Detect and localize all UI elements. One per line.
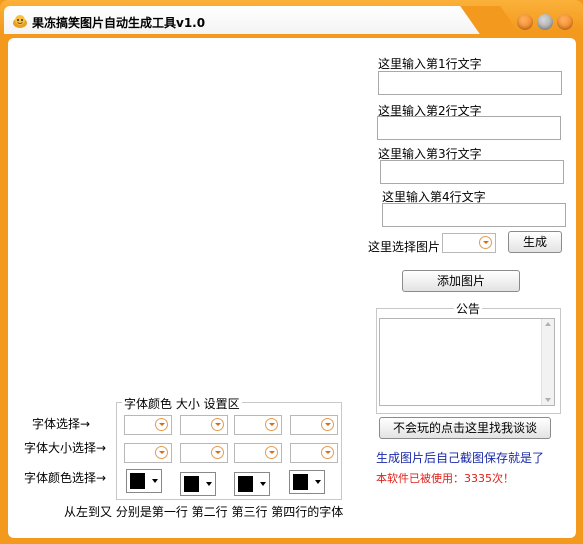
maximize-button[interactable] (537, 14, 553, 30)
line2-color-picker[interactable] (180, 472, 216, 496)
chevron-down-icon (321, 446, 334, 459)
line1-input[interactable] (378, 71, 562, 95)
add-image-button[interactable]: 添加图片 (402, 270, 520, 292)
line1-color-picker[interactable] (126, 469, 162, 493)
line4-input[interactable] (382, 203, 566, 227)
chevron-down-icon (265, 418, 278, 431)
title-bar[interactable]: 果冻搞笑图片自动生成工具v1.0 (0, 0, 583, 36)
chevron-down-icon (155, 446, 168, 459)
line1-label: 这里输入第1行文字 (378, 57, 482, 71)
font-select-label: 字体选择→ (32, 417, 91, 431)
line3-color-picker[interactable] (234, 472, 270, 496)
chevron-down-icon (265, 446, 278, 459)
dropdown-arrow-icon (260, 482, 266, 486)
jelly-app-icon (13, 15, 27, 28)
dropdown-arrow-icon (315, 480, 321, 484)
line4-font-select[interactable] (290, 415, 338, 435)
notice-title: 公告 (454, 300, 483, 317)
dropdown-arrow-icon (152, 479, 158, 483)
line1-font-select[interactable] (124, 415, 172, 435)
line4-color-picker[interactable] (289, 470, 325, 494)
font-order-note: 从左到又 分别是第一行 第二行 第三行 第四行的字体 (64, 505, 344, 519)
font-color-label: 字体颜色选择→ (24, 471, 107, 485)
color-swatch (184, 476, 199, 492)
chevron-down-icon (211, 418, 224, 431)
color-swatch (130, 473, 145, 489)
notice-scrollbar[interactable] (541, 319, 554, 405)
client-area: 这里输入第1行文字 这里输入第2行文字 这里输入第3行文字 这里输入第4行文字 … (8, 38, 576, 538)
scroll-up-icon[interactable] (545, 322, 551, 326)
image-select-label: 这里选择图片 (368, 240, 441, 254)
line4-size-select[interactable] (290, 443, 338, 463)
help-button[interactable]: 不会玩的点击这里找我谈谈 (379, 417, 551, 439)
minimize-button[interactable] (517, 14, 533, 30)
color-swatch (293, 474, 308, 490)
chevron-down-icon (479, 236, 492, 249)
app-window: 果冻搞笑图片自动生成工具v1.0 这里输入第1行文字 这里输入第2行文字 这里输… (0, 0, 583, 544)
dropdown-arrow-icon (206, 482, 212, 486)
notice-textarea[interactable] (379, 318, 555, 406)
line3-input[interactable] (380, 160, 564, 184)
image-select-dropdown[interactable] (442, 233, 496, 253)
line1-size-select[interactable] (124, 443, 172, 463)
font-size-label: 字体大小选择→ (24, 441, 107, 455)
chevron-down-icon (321, 418, 334, 431)
window-title: 果冻搞笑图片自动生成工具v1.0 (32, 16, 206, 30)
line3-size-select[interactable] (234, 443, 282, 463)
color-swatch (238, 476, 253, 492)
chevron-down-icon (155, 418, 168, 431)
scroll-down-icon[interactable] (545, 398, 551, 402)
generate-button[interactable]: 生成 (508, 231, 562, 253)
line2-input[interactable] (377, 116, 561, 140)
close-button[interactable] (557, 14, 573, 30)
save-hint-text: 生成图片后自己截图保存就是了 (376, 451, 545, 465)
font-settings-title: 字体颜色 大小 设置区 (122, 395, 242, 412)
line2-font-select[interactable] (180, 415, 228, 435)
line3-font-select[interactable] (234, 415, 282, 435)
line2-size-select[interactable] (180, 443, 228, 463)
usage-count-text: 本软件已被使用：3335次！ (376, 472, 514, 485)
chevron-down-icon (211, 446, 224, 459)
